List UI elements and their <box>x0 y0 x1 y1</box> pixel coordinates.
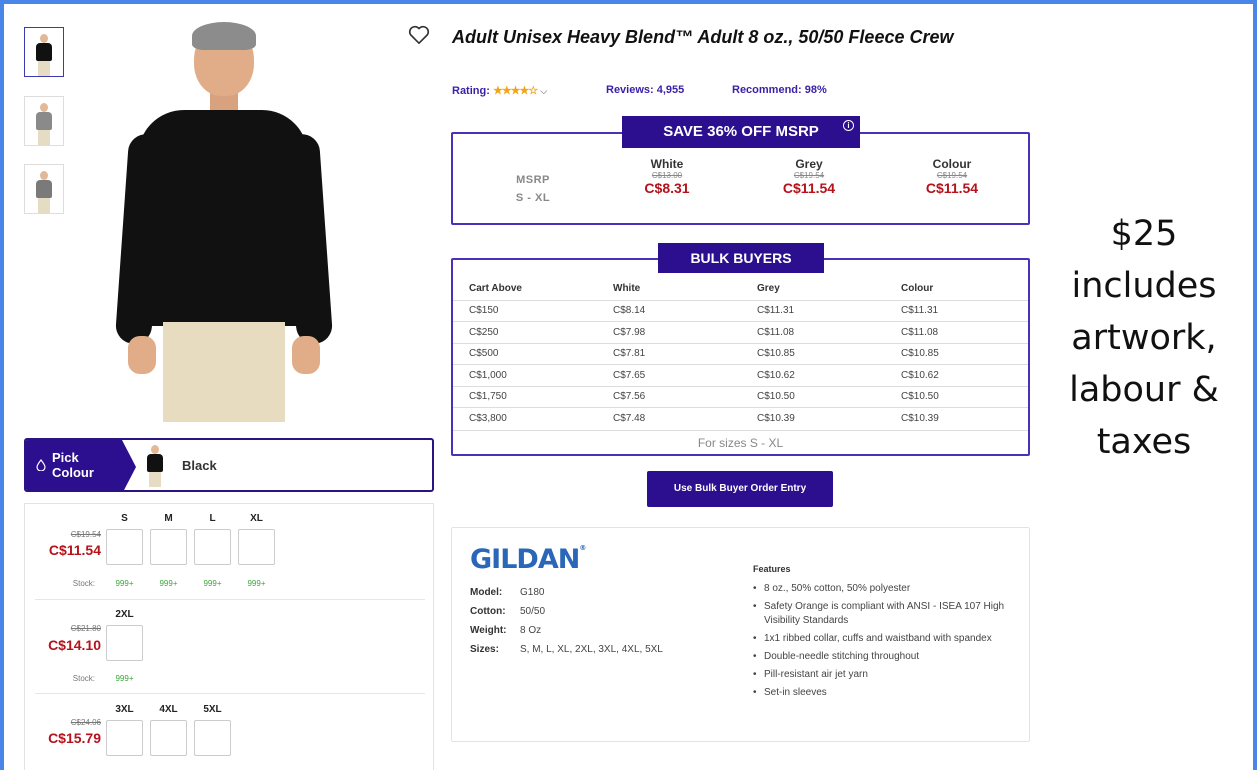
stock-value: 999+ <box>115 579 134 588</box>
product-main-image <box>108 22 334 424</box>
list-item: Set-in sleeves <box>753 686 1023 700</box>
qty-input-xl[interactable] <box>238 529 275 565</box>
old-price: C$19.54 <box>70 530 101 539</box>
divider <box>35 693 425 694</box>
info-icon[interactable]: i <box>843 120 854 131</box>
size-m: M <box>150 513 187 565</box>
selected-colour-swatch <box>142 442 168 488</box>
size-5xl: 5XL <box>194 704 231 756</box>
recommend-stat: Recommend: 98% <box>732 84 827 96</box>
list-item: Pill-resistant air jet yarn <box>753 668 1023 682</box>
features-list: 8 oz., 50% cotton, 50% polyester Safety … <box>753 582 1023 704</box>
col-colour: Colour <box>901 283 934 295</box>
pick-colour-button[interactable]: Pick Colour <box>26 440 136 490</box>
pick-colour-label: Pick Colour <box>52 450 94 480</box>
list-item: Safety Orange is compliant with ANSI - I… <box>753 600 1023 628</box>
col-white: White <box>613 283 641 295</box>
bulk-order-entry-button[interactable]: Use Bulk Buyer Order Entry <box>647 471 833 507</box>
old-price: C$24.06 <box>70 718 101 727</box>
model-thumbnail-image <box>33 101 55 145</box>
stock-value: 999+ <box>247 579 266 588</box>
spec-model: Model: G180 <box>470 587 545 598</box>
qty-input-5xl[interactable] <box>194 720 231 756</box>
product-thumbnail-black[interactable] <box>24 27 64 77</box>
table-row: C$3,800 C$7.48 C$10.39 C$10.39 <box>453 407 1028 429</box>
old-price: C$21.80 <box>70 624 101 633</box>
spec-sizes: Sizes: S, M, L, XL, 2XL, 3XL, 4XL, 5XL <box>470 644 663 655</box>
sale-price: C$15.79 <box>48 730 101 746</box>
drop-icon <box>36 459 46 471</box>
bulk-buyers-panel: Cart Above White Grey Colour C$150 C$8.14… <box>451 258 1030 456</box>
msrp-col-colour: Colour C$19.54 C$11.54 <box>925 157 979 196</box>
model-thumbnail-image <box>33 32 55 76</box>
spec-cotton: Cotton: 50/50 <box>470 606 546 617</box>
reviews-link[interactable]: Reviews: 4,955 <box>606 84 684 96</box>
qty-input-4xl[interactable] <box>150 720 187 756</box>
size-4xl: 4XL <box>150 704 187 756</box>
qty-input-s[interactable] <box>106 529 143 565</box>
divider <box>35 599 425 600</box>
size-2xl: 2XL <box>106 609 143 661</box>
spec-weight: Weight: 8 Oz <box>470 625 542 636</box>
rating[interactable]: Rating: ★★★★☆ ⌵ <box>452 84 547 97</box>
model-thumbnail-image <box>33 169 55 213</box>
stock-value: 999+ <box>203 579 222 588</box>
qty-input-2xl[interactable] <box>106 625 143 661</box>
qty-input-3xl[interactable] <box>106 720 143 756</box>
promo-text: $25 includes artwork, labour & taxes <box>1069 214 1219 462</box>
msrp-label: MSRP <box>516 174 550 186</box>
size-quantity-panel: C$19.54 C$11.54 S M L XL Stock: 999+ 999… <box>24 503 434 770</box>
size-s: S <box>106 513 143 565</box>
bulk-buyers-banner: BULK BUYERS <box>658 243 824 273</box>
msrp-size-range: S - XL <box>515 192 551 204</box>
list-item: 1x1 ribbed collar, cuffs and waistband w… <box>753 632 1023 646</box>
save-banner: SAVE 36% OFF MSRP i <box>622 116 860 148</box>
bulk-footer-note: For sizes S - XL <box>453 430 1028 454</box>
size-xl: XL <box>238 513 275 565</box>
table-row: C$500 C$7.81 C$10.85 C$10.85 <box>453 342 1028 365</box>
table-row: C$1,750 C$7.56 C$10.50 C$10.50 <box>453 385 1028 408</box>
stock-label: Stock: <box>72 579 95 588</box>
msrp-col-white: White C$13.00 C$8.31 <box>644 157 690 196</box>
qty-input-m[interactable] <box>150 529 187 565</box>
features-title: Features <box>753 564 791 574</box>
msrp-col-grey: Grey C$19.54 C$11.54 <box>782 157 836 196</box>
chevron-down-icon: ⌵ <box>540 86 548 96</box>
rating-label: Rating: <box>452 85 490 97</box>
product-thumbnail-grey[interactable] <box>24 164 64 214</box>
brand-logo: GILDAN® <box>470 544 586 575</box>
stock-value: 999+ <box>159 579 178 588</box>
pick-colour-bar[interactable]: Pick Colour Black <box>24 438 434 492</box>
heart-icon[interactable] <box>408 25 430 45</box>
stock-label: Stock: <box>72 674 95 683</box>
size-3xl: 3XL <box>106 704 143 756</box>
col-grey: Grey <box>757 283 780 295</box>
table-row: C$1,000 C$7.65 C$10.62 C$10.62 <box>453 364 1028 386</box>
col-cart-above: Cart Above <box>469 283 522 295</box>
product-title: Adult Unisex Heavy Blend™ Adult 8 oz., 5… <box>452 27 954 47</box>
table-row: C$250 C$7.98 C$11.08 C$11.08 <box>453 321 1028 343</box>
star-rating-icon: ★★★★☆ <box>492 85 538 97</box>
bulk-price-table: Cart Above White Grey Colour C$150 C$8.14… <box>453 278 1028 429</box>
sale-price: C$11.54 <box>48 542 101 558</box>
qty-input-l[interactable] <box>194 529 231 565</box>
product-thumbnail-side[interactable] <box>24 96 64 146</box>
save-banner-text: SAVE 36% OFF MSRP <box>663 123 819 140</box>
table-row: C$150 C$8.14 C$11.31 C$11.31 <box>453 299 1028 322</box>
size-l: L <box>194 513 231 565</box>
table-header-row: Cart Above White Grey Colour <box>453 278 1028 300</box>
selected-colour-name: Black <box>182 457 217 473</box>
list-item: 8 oz., 50% cotton, 50% polyester <box>753 582 1023 596</box>
sale-price: C$14.10 <box>48 637 101 653</box>
stock-value: 999+ <box>115 674 134 683</box>
list-item: Double-needle stitching throughout <box>753 650 1023 664</box>
